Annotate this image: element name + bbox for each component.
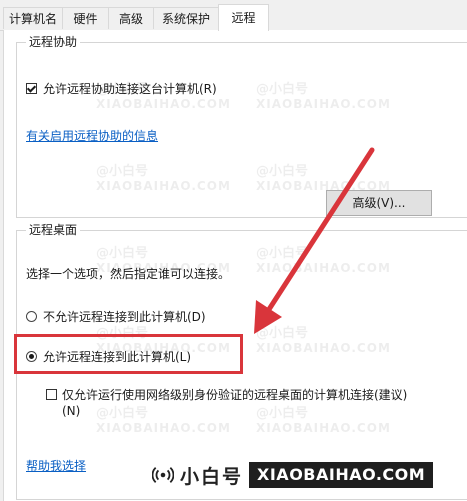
deny-remote-connections-label[interactable]: 不允许远程连接到此计算机(D) (43, 309, 206, 325)
nla-only-checkbox[interactable] (46, 389, 57, 400)
allow-remote-assistance-checkbox[interactable] (26, 83, 37, 94)
tab-advanced[interactable]: 高级 (108, 7, 154, 29)
remote-desktop-title: 远程桌面 (26, 222, 81, 238)
broadcast-icon (152, 467, 174, 483)
advanced-button[interactable]: 高级(V)... (326, 190, 432, 216)
brand-name: 小白号 (180, 465, 244, 488)
brand-domain: XIAOBAIHAO.COM (249, 462, 434, 488)
highlight-box (14, 334, 243, 374)
nla-only-label-shortcut[interactable]: (N) (62, 403, 80, 419)
tab-strip: 计算机名 硬件 高级 系统保护 远程 (0, 0, 467, 31)
tab-computer-name[interactable]: 计算机名 (3, 7, 63, 29)
deny-remote-connections-radio[interactable] (26, 311, 37, 322)
remote-assistance-title: 远程协助 (26, 34, 81, 50)
remote-desktop-instruction: 选择一个选项，然后指定谁可以连接。 (26, 267, 231, 281)
nla-only-label[interactable]: 仅允许运行使用网络级别身份验证的远程桌面的计算机连接(建议) (62, 387, 407, 403)
tab-system-protection[interactable]: 系统保护 (153, 7, 219, 29)
tab-hardware[interactable]: 硬件 (62, 7, 109, 29)
help-me-choose-link[interactable]: 帮助我选择 (26, 458, 86, 474)
remote-assistance-info-link[interactable]: 有关启用远程协助的信息 (26, 128, 158, 144)
tab-remote[interactable]: 远程 (218, 4, 269, 31)
brand-watermark: 小白号 XIAOBAIHAO.COM (152, 461, 434, 489)
allow-remote-assistance-label[interactable]: 允许远程协助连接这台计算机(R) (43, 81, 217, 97)
remote-tab-panel: @小白号 XIAOBAIHAO.COM @小白号 XIAOBAIHAO.COM @小… (3, 30, 467, 501)
